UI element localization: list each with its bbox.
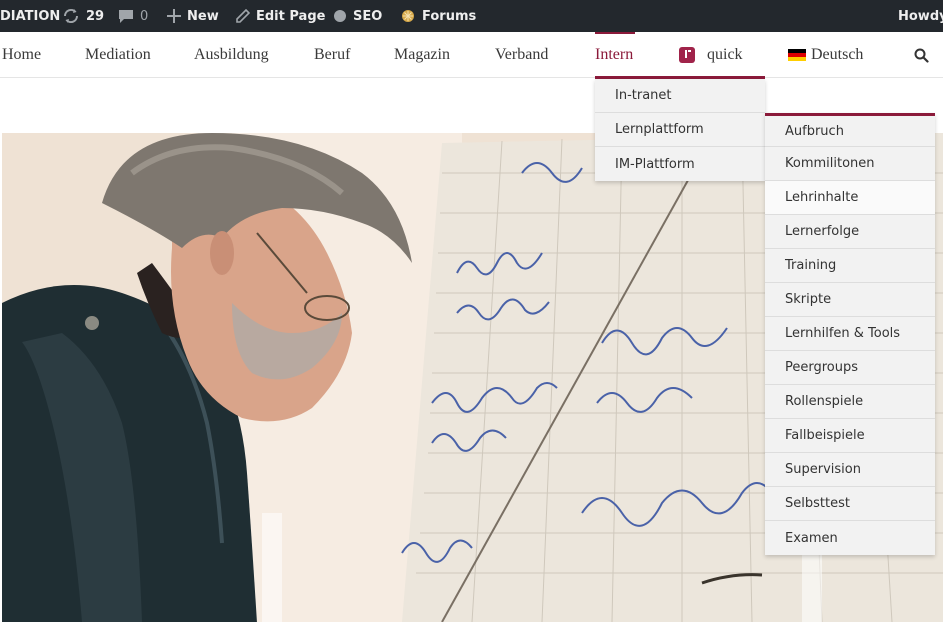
nav-item-label: Intern bbox=[595, 46, 634, 63]
menu-item-label: Lernplattform bbox=[615, 122, 704, 137]
menu-item-label: Kommilitonen bbox=[785, 156, 875, 171]
menu-item-aufbruch[interactable]: Aufbruch bbox=[765, 116, 935, 147]
howdy-label: Howdy, bbox=[898, 8, 943, 24]
comments-count: 0 bbox=[140, 8, 149, 24]
nav-item-label: Home bbox=[2, 46, 42, 63]
main-navigation: Home Mediation Ausbildung Beruf Magazin … bbox=[0, 32, 943, 78]
menu-item-label: Rollenspiele bbox=[785, 394, 864, 409]
menu-item-label: Peergroups bbox=[785, 360, 859, 375]
menu-item-lernplattform[interactable]: Lernplattform bbox=[595, 113, 765, 147]
menu-item-label: In-tranet bbox=[615, 88, 672, 103]
menu-item-rollenspiele[interactable]: Rollenspiele bbox=[765, 385, 935, 419]
plus-icon bbox=[167, 9, 181, 23]
new-content-link[interactable]: New bbox=[167, 0, 219, 32]
seo-link[interactable]: SEO bbox=[333, 0, 382, 32]
menu-item-label: Lernerfolge bbox=[785, 224, 860, 239]
forums-label: Forums bbox=[422, 8, 477, 24]
menu-item-label: Aufbruch bbox=[785, 123, 844, 139]
menu-item-lernerfolge[interactable]: Lernerfolge bbox=[765, 215, 935, 249]
active-nav-indicator bbox=[595, 32, 635, 34]
menu-item-label: Fallbeispiele bbox=[785, 428, 865, 443]
nav-item-label: Beruf bbox=[314, 46, 351, 63]
menu-item-peergroups[interactable]: Peergroups bbox=[765, 351, 935, 385]
admin-bar: DIATION 29 0 New Edit Page SEO Forums Ho… bbox=[0, 0, 943, 32]
nav-item-deutsch[interactable]: Deutsch bbox=[788, 32, 863, 78]
menu-item-kommilitonen[interactable]: Kommilitonen bbox=[765, 147, 935, 181]
menu-item-selbsttest[interactable]: Selbsttest bbox=[765, 487, 935, 521]
menu-item-label: Supervision bbox=[785, 462, 861, 477]
refresh-icon bbox=[62, 8, 80, 24]
lernplattform-dropdown: Aufbruch Kommilitonen Lehrinhalte Lerner… bbox=[765, 113, 935, 555]
menu-item-label: IM-Plattform bbox=[615, 156, 695, 172]
menu-item-fallbeispiele[interactable]: Fallbeispiele bbox=[765, 419, 935, 453]
menu-item-label: Selbsttest bbox=[785, 496, 850, 511]
forums-link[interactable]: Forums bbox=[400, 0, 476, 32]
seo-label: SEO bbox=[353, 8, 383, 24]
edit-page-link[interactable]: Edit Page bbox=[235, 0, 325, 32]
nav-item-verband[interactable]: Verband bbox=[495, 32, 548, 78]
menu-item-label: Training bbox=[785, 258, 837, 273]
nav-item-label: quick bbox=[707, 46, 743, 63]
german-flag-icon bbox=[788, 49, 806, 61]
new-label: New bbox=[187, 8, 219, 24]
menu-item-training[interactable]: Training bbox=[765, 249, 935, 283]
site-name-link[interactable]: DIATION bbox=[0, 0, 60, 32]
nav-item-quick[interactable]: quick bbox=[679, 32, 743, 78]
nav-item-mediation[interactable]: Mediation bbox=[85, 32, 151, 78]
account-link[interactable]: Howdy, bbox=[898, 0, 943, 32]
site-name: DIATION bbox=[0, 8, 61, 24]
nav-item-label: Deutsch bbox=[811, 46, 864, 63]
menu-item-skripte[interactable]: Skripte bbox=[765, 283, 935, 317]
nav-item-intern[interactable]: Intern bbox=[595, 32, 633, 78]
nav-item-magazin[interactable]: Magazin bbox=[394, 32, 450, 78]
comments-link[interactable]: 0 bbox=[118, 0, 148, 32]
menu-item-lernhilfen-tools[interactable]: Lernhilfen & Tools bbox=[765, 317, 935, 351]
menu-item-examen[interactable]: Examen bbox=[765, 521, 935, 555]
forums-icon bbox=[400, 8, 416, 24]
dot-icon bbox=[333, 9, 347, 23]
pencil-icon bbox=[235, 8, 250, 24]
nav-item-beruf[interactable]: Beruf bbox=[314, 32, 350, 78]
updates-count: 29 bbox=[86, 8, 105, 24]
menu-item-lehrinhalte[interactable]: Lehrinhalte bbox=[765, 181, 935, 215]
menu-item-label: Examen bbox=[785, 530, 838, 546]
quick-logo-icon bbox=[679, 47, 695, 63]
nav-item-ausbildung[interactable]: Ausbildung bbox=[194, 32, 269, 78]
nav-item-label: Verband bbox=[495, 46, 549, 63]
search-button[interactable] bbox=[914, 32, 929, 78]
nav-item-label: Magazin bbox=[394, 46, 450, 63]
edit-page-label: Edit Page bbox=[256, 8, 326, 24]
comment-icon bbox=[118, 8, 134, 24]
menu-item-label: Lehrinhalte bbox=[785, 190, 859, 205]
search-icon bbox=[914, 48, 929, 63]
menu-item-im-plattform[interactable]: IM-Plattform bbox=[595, 147, 765, 181]
nav-item-label: Mediation bbox=[85, 46, 151, 63]
updates-link[interactable]: 29 bbox=[62, 0, 104, 32]
nav-item-label: Ausbildung bbox=[194, 46, 269, 63]
menu-item-label: Lernhilfen & Tools bbox=[785, 326, 901, 341]
nav-item-home[interactable]: Home bbox=[2, 32, 41, 78]
menu-item-intranet[interactable]: In-tranet bbox=[595, 79, 765, 113]
menu-item-supervision[interactable]: Supervision bbox=[765, 453, 935, 487]
menu-item-label: Skripte bbox=[785, 292, 832, 307]
intern-dropdown: In-tranet Lernplattform IM-Plattform bbox=[595, 79, 765, 181]
